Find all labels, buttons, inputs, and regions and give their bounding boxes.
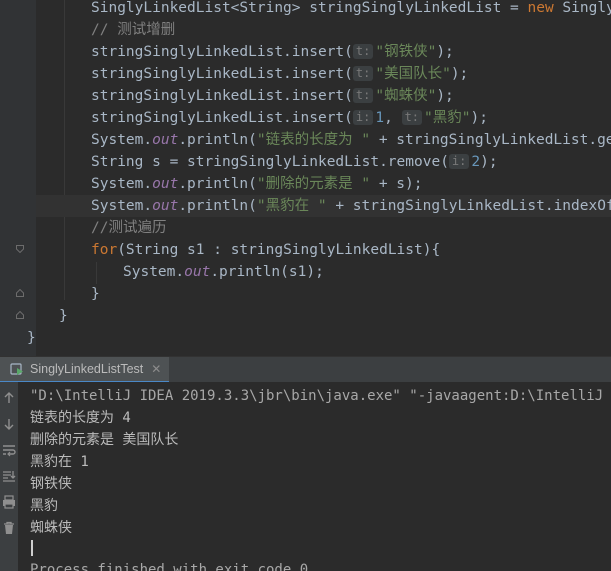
fold-marker-icon[interactable] [16, 289, 24, 297]
fold-marker-icon[interactable] [16, 311, 24, 319]
code-line[interactable]: stringSinglyLinkedList.insert(t: "蜘蛛侠"); [91, 85, 454, 107]
code-token: "链表的长度为 " [256, 132, 371, 148]
code-token: } [59, 308, 68, 324]
code-token: + stringSinglyLinkedList.indexOf( [326, 198, 611, 214]
code-line-current[interactable]: System.out.println("黑豹在 " + stringSingly… [36, 195, 611, 217]
up-arrow-icon[interactable] [2, 391, 16, 405]
code-token: //测试遍历 [91, 220, 167, 236]
code-line[interactable]: System.out.println(s1); [123, 261, 324, 283]
code-line[interactable]: SinglyLinkedList<String> stringSinglyLin… [91, 0, 611, 19]
down-arrow-icon[interactable] [2, 417, 16, 431]
code-token: ); [436, 44, 454, 60]
tab-close-icon[interactable]: ✕ [151, 362, 161, 376]
code-token: "删除的元素是 " [256, 176, 371, 192]
console-line: 链表的长度为 4 [30, 410, 131, 426]
code-token: System. [91, 132, 153, 148]
console-command-line: "D:\IntelliJ IDEA 2019.3.3\jbr\bin\java.… [30, 388, 611, 404]
code-token: , [384, 110, 402, 126]
code-token: for [91, 242, 118, 258]
trash-icon[interactable] [2, 521, 16, 535]
code-token: SinglyLinkedList<String> stringSinglyLin… [91, 0, 528, 16]
code-token: out [152, 198, 179, 214]
code-token: .println(s1); [210, 264, 324, 280]
console-output[interactable]: "D:\IntelliJ IDEA 2019.3.3\jbr\bin\java.… [18, 382, 611, 571]
run-tab-label: SinglyLinkedListTest [30, 362, 144, 376]
console-line: 蜘蛛侠 [30, 520, 72, 536]
code-token: "美国队长" [375, 66, 451, 82]
code-token: ); [450, 66, 469, 82]
code-token: + stringSinglyLinkedList.getLeng [378, 132, 611, 148]
parameter-hint: t: [401, 110, 423, 125]
code-line[interactable]: System.out.println("链表的长度为 " + stringSin… [91, 129, 611, 151]
code-line[interactable]: //测试遍历 [91, 217, 166, 239]
parameter-hint: t: [352, 66, 374, 81]
code-token: 1 [375, 110, 385, 126]
text-caret [31, 540, 33, 556]
code-token: ); [470, 110, 488, 126]
parameter-hint: t: [352, 88, 374, 103]
console-line: 黑豹 [30, 498, 58, 514]
code-token: "黑豹在 " [256, 198, 327, 214]
code-token: .println( [178, 198, 257, 214]
code-line[interactable]: } [91, 283, 100, 305]
code-token: System. [123, 264, 185, 280]
parameter-hint: t: [352, 44, 374, 59]
code-token: ); [436, 88, 454, 104]
code-line[interactable]: System.out.println("删除的元素是 " + s); [91, 173, 422, 195]
console-line: 删除的元素是 美国队长 [30, 432, 179, 448]
console-line: 钢铁侠 [30, 476, 72, 492]
code-token: } [91, 286, 100, 302]
code-token: 2 [471, 154, 481, 170]
console-line: 黑豹在 1 [30, 454, 89, 470]
code-token: stringSinglyLinkedList.insert( [91, 88, 353, 104]
code-token: .println( [178, 132, 257, 148]
code-token: "黑豹" [424, 110, 471, 126]
parameter-hint: i: [448, 154, 470, 169]
code-token: System. [91, 198, 153, 214]
code-token: out [152, 132, 179, 148]
soft-wrap-icon[interactable] [2, 443, 16, 457]
code-line[interactable]: for(String s1 : stringSinglyLinkedList){ [91, 239, 440, 261]
code-line[interactable]: stringSinglyLinkedList.insert(t: "美国队长"); [91, 63, 468, 85]
code-editor[interactable]: SinglyLinkedList<String> stringSinglyLin… [0, 0, 611, 356]
code-line[interactable]: } [27, 327, 36, 349]
code-line[interactable]: stringSinglyLinkedList.insert(i: 1, t: "黑豹… [91, 107, 488, 129]
console-exit-line: Process finished with exit code 0 [30, 562, 309, 571]
code-line[interactable]: // 测试增删 [91, 19, 175, 41]
code-token: String s = stringSinglyLinkedList.remove… [91, 154, 449, 170]
code-token: new [527, 0, 563, 16]
code-token: ); [480, 154, 498, 170]
code-token: out [152, 176, 179, 192]
scroll-to-end-icon[interactable] [2, 469, 16, 483]
code-token: "钢铁侠" [375, 44, 437, 60]
code-token: System. [91, 176, 153, 192]
run-tool-window-tabbar: SinglyLinkedListTest ✕ [0, 356, 611, 383]
fold-marker-icon[interactable] [16, 245, 24, 253]
code-line[interactable]: stringSinglyLinkedList.insert(t: "钢铁侠"); [91, 41, 454, 63]
code-token: .println( [178, 176, 257, 192]
code-line[interactable]: String s = stringSinglyLinkedList.remove… [91, 151, 498, 173]
code-token: } [27, 330, 36, 346]
code-token: SinglyLinke [562, 0, 611, 16]
editor-gutter[interactable] [0, 0, 36, 356]
run-tab[interactable]: SinglyLinkedListTest ✕ [0, 357, 170, 383]
parameter-hint: i: [352, 110, 374, 125]
code-line[interactable]: } [59, 305, 68, 327]
console-toolbar [0, 382, 18, 571]
code-token: stringSinglyLinkedList.insert( [91, 110, 353, 126]
code-token: stringSinglyLinkedList.insert( [91, 66, 353, 82]
code-token: stringSinglyLinkedList.insert( [91, 44, 353, 60]
code-token: "蜘蛛侠" [375, 88, 437, 104]
print-icon[interactable] [2, 495, 16, 509]
code-token: out [184, 264, 211, 280]
code-token: // 测试增删 [91, 22, 176, 38]
code-token: (String s1 : stringSinglyLinkedList){ [117, 242, 441, 258]
code-token: + s); [370, 176, 423, 192]
run-config-icon [10, 363, 23, 375]
